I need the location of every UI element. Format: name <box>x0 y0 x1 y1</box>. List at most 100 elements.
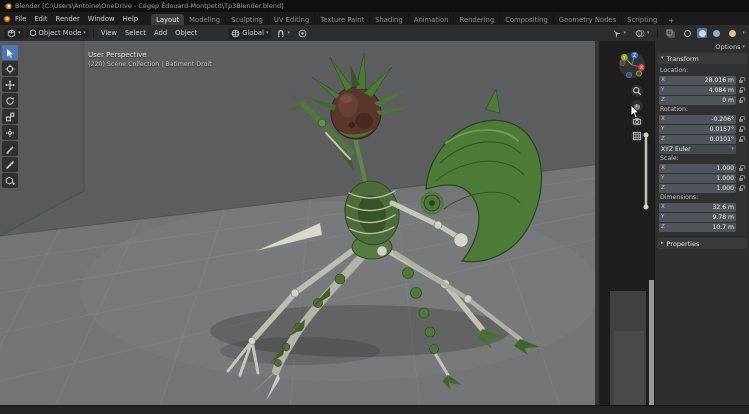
rotation-mode-dropdown[interactable]: XYZ Euler ▾ <box>659 145 736 154</box>
tool-scale[interactable] <box>2 109 18 124</box>
menu-file[interactable]: File <box>11 15 30 23</box>
workspace-tab-shading[interactable]: Shading <box>370 14 409 25</box>
lock-icon[interactable] <box>739 97 744 104</box>
annotate-pen-icon <box>5 144 15 154</box>
lock-icon[interactable] <box>739 175 744 182</box>
axis-gizmo-icon: X Y Z <box>618 51 646 79</box>
lock-icon[interactable] <box>739 165 744 172</box>
editor-type-icon <box>7 29 16 38</box>
tool-rotate[interactable] <box>2 93 18 108</box>
dimensions-x-field[interactable]: X 32.6 m <box>659 203 736 212</box>
toggle-perspective-button[interactable] <box>631 130 643 142</box>
properties-panel-header[interactable]: ▸ Properties <box>657 238 747 249</box>
tool-cursor[interactable] <box>2 61 18 76</box>
workspace-tab-geometry-nodes[interactable]: Geometry Nodes <box>554 14 622 25</box>
lock-icon[interactable] <box>739 185 744 192</box>
editor-type-button[interactable]: ▾ <box>4 28 24 39</box>
workspace-tab-modeling[interactable]: Modeling <box>184 14 226 25</box>
workspace-tabs: Layout Modeling Sculpting UV Editing Tex… <box>151 12 679 25</box>
show-overlays-dropdown[interactable]: ▾ <box>632 28 653 39</box>
rotation-x-field[interactable]: X -0.206° <box>659 115 736 124</box>
rotation-z-row: Z 0.0101° <box>659 134 745 144</box>
location-x-value: 28.016 m <box>705 77 734 84</box>
menu-window[interactable]: Window <box>84 15 119 23</box>
magnifier-icon <box>632 86 642 96</box>
shading-rendered-button[interactable] <box>726 29 739 38</box>
scale-z-field[interactable]: Z 1.000 <box>659 184 736 193</box>
3d-viewport[interactable]: User Perspective (220) Scene Collection … <box>0 41 655 406</box>
dark-wall <box>595 41 655 406</box>
scale-z-row: Z 1.000 <box>659 183 745 193</box>
scale-x-field[interactable]: X 1.000 <box>659 164 736 173</box>
axis-label: Z <box>661 136 665 142</box>
blender-menu-icon[interactable] <box>3 15 11 23</box>
rotation-z-field[interactable]: Z 0.0101° <box>659 135 736 144</box>
lock-icon[interactable] <box>739 77 744 84</box>
axis-label: Y <box>661 126 664 132</box>
top-menu-bar: File Edit Render Window Help Layout Mode… <box>0 12 749 25</box>
tool-shelf <box>2 45 18 188</box>
menu-add[interactable]: Add <box>151 29 170 37</box>
menu-select[interactable]: Select <box>122 29 149 37</box>
workspace-tab-texture-paint[interactable]: Texture Paint <box>315 14 370 25</box>
dimensions-z-field[interactable]: Z 10.7 m <box>659 223 736 232</box>
tool-move[interactable] <box>2 77 18 92</box>
rotation-y-field[interactable]: Y 0.0157° <box>659 125 736 134</box>
tool-add-cube[interactable] <box>2 173 18 188</box>
lock-icon[interactable] <box>739 116 744 123</box>
tool-annotate[interactable] <box>2 141 18 156</box>
add-workspace-button[interactable]: + <box>663 17 679 25</box>
axis-label: Y <box>661 175 664 181</box>
navigation-gizmo[interactable]: X Y Z <box>618 51 646 79</box>
menu-render[interactable]: Render <box>52 15 84 23</box>
zoom-button[interactable] <box>631 85 643 97</box>
tool-measure[interactable] <box>2 157 18 172</box>
location-z-field[interactable]: Z 0 m <box>659 96 736 105</box>
workspace-tab-sculpting[interactable]: Sculpting <box>226 14 269 25</box>
tool-transform[interactable] <box>2 125 18 140</box>
shading-solid-button[interactable] <box>697 28 707 38</box>
lock-icon[interactable] <box>739 126 744 133</box>
scale-y-value: 1.000 <box>717 175 734 182</box>
tool-select-box[interactable] <box>2 45 18 60</box>
axis-label: Z <box>661 185 665 191</box>
lock-icon[interactable] <box>739 136 744 143</box>
workspace-tab-scripting[interactable]: Scripting <box>622 14 663 25</box>
options-button[interactable]: Options ▾ <box>715 43 745 51</box>
view-perspective-label: User Perspective <box>88 51 147 59</box>
workspace-tab-rendering[interactable]: Rendering <box>454 14 500 25</box>
menu-help[interactable]: Help <box>119 15 143 23</box>
proportional-edit-icon <box>298 29 307 38</box>
menu-object[interactable]: Object <box>172 29 200 37</box>
mode-label: Object Mode <box>39 29 82 37</box>
rotate-icon <box>5 96 15 106</box>
lock-icon[interactable] <box>739 87 744 94</box>
workspace-tab-uv-editing[interactable]: UV Editing <box>269 14 315 25</box>
transform-orientation-dropdown[interactable]: Global ▾ <box>228 28 271 39</box>
location-y-field[interactable]: Y 4.084 m <box>659 86 736 95</box>
window-title: Blender [C:\Users\Antoine\OneDrive - Cég… <box>15 2 284 10</box>
axis-label: X <box>661 204 665 210</box>
workspace-tab-animation[interactable]: Animation <box>409 14 455 25</box>
location-x-field[interactable]: X 28.016 m <box>659 76 736 85</box>
proportional-editing-toggle[interactable] <box>295 28 310 39</box>
shading-material-button[interactable] <box>710 29 723 38</box>
workspace-tab-compositing[interactable]: Compositing <box>500 14 554 25</box>
mouse-cursor-icon <box>630 105 640 119</box>
xray-toggle[interactable] <box>663 28 678 39</box>
shading-solid-icon <box>699 30 706 37</box>
transform-panel-header[interactable]: ▾ Transform <box>657 53 747 64</box>
show-gizmo-dropdown[interactable]: ▾ <box>609 28 629 39</box>
workspace-tab-layout[interactable]: Layout <box>151 14 184 25</box>
transform-title: Transform <box>667 55 699 63</box>
menu-edit[interactable]: Edit <box>30 15 51 23</box>
mode-dropdown[interactable]: Object Mode ▾ <box>26 28 89 38</box>
menu-view[interactable]: View <box>98 29 120 37</box>
shading-wireframe-button[interactable] <box>681 29 694 38</box>
dimensions-x-row: X 32.6 m <box>659 202 745 212</box>
dimensions-y-field[interactable]: Y 9.78 m <box>659 213 736 222</box>
scale-y-field[interactable]: Y 1.000 <box>659 174 736 183</box>
snapping-toggle[interactable]: ▾ <box>273 28 293 39</box>
divider <box>93 28 94 38</box>
dimensions-y-row: Y 9.78 m <box>659 212 745 222</box>
